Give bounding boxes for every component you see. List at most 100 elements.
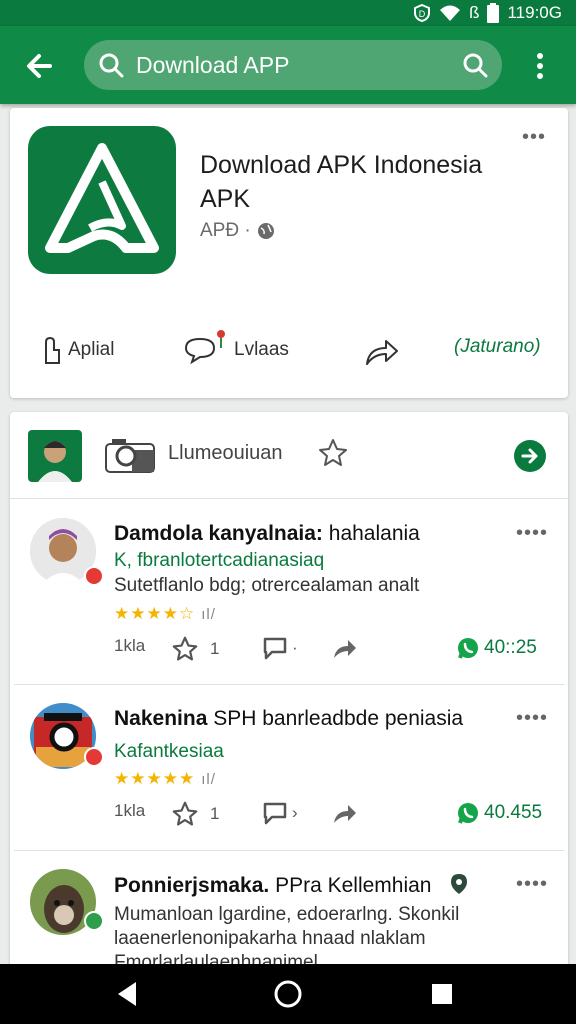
- like-button[interactable]: 1: [172, 636, 219, 662]
- review-more-icon[interactable]: ••••: [516, 707, 548, 730]
- back-nav-icon[interactable]: [112, 978, 144, 1010]
- person-icon: [38, 441, 72, 482]
- verified-badge-icon: [84, 911, 104, 931]
- comment-icon: [263, 637, 287, 660]
- app-bar: Download APP: [0, 26, 576, 104]
- install-label: (Jaturano): [454, 336, 541, 357]
- review-body: Sutetflanlo bdg; otrercealaman analt: [114, 575, 420, 596]
- clock: 119:0G: [507, 3, 562, 22]
- overflow-menu-icon[interactable]: [528, 50, 552, 82]
- star-outline-icon[interactable]: [318, 438, 348, 468]
- globe-icon: [257, 223, 274, 239]
- comment-icon: [184, 337, 216, 364]
- search-icon: [99, 53, 124, 78]
- review-age: 1kla: [114, 801, 145, 821]
- comment-button[interactable]: ›: [262, 801, 298, 825]
- like-count: 1: [210, 639, 220, 658]
- review-item: Damdola kanyalnaia: hahalania •••• K, fb…: [14, 500, 564, 684]
- open-reviews-button[interactable]: [514, 440, 546, 472]
- reviews-action[interactable]: Lvlaas: [184, 330, 289, 364]
- review-more-icon[interactable]: ••••: [516, 522, 548, 545]
- reviews-header-label: Llumeouiuan: [168, 442, 283, 464]
- flower-icon: [217, 330, 225, 348]
- reviews-header: Llumeouiuan: [10, 412, 568, 499]
- whatsapp-icon: [458, 803, 478, 824]
- info-action[interactable]: Aplial: [40, 336, 114, 364]
- helpful-count[interactable]: 40.455: [456, 801, 542, 825]
- app-actions: Aplial Lvlaas (Jaturano): [10, 330, 568, 380]
- review-title: Ponnierjsmaka. PPra Kellemhian: [114, 873, 469, 898]
- system-nav-bar: [0, 964, 576, 1024]
- pin-icon: [451, 874, 468, 894]
- app-details-card: Download APK Indonesia APK APÐ · ••• Apl…: [10, 108, 568, 398]
- review-meta: 1kla 1 · 40::25: [114, 636, 546, 666]
- app-logo: [28, 126, 176, 274]
- star-outline-icon: [172, 801, 198, 826]
- search-query: Download APP: [136, 51, 290, 78]
- review-title-main: Nakenina: [114, 707, 208, 730]
- app-developer: APÐ ·: [200, 220, 275, 242]
- svg-text:D: D: [419, 9, 426, 19]
- review-title-rest: PPra Kellemhian: [275, 874, 432, 897]
- star-outline-icon: [172, 636, 198, 661]
- share-button[interactable]: [332, 636, 358, 660]
- reviews-panel: Llumeouiuan Damdola kanyalnaia: hahalani…: [10, 412, 568, 973]
- info-icon: [45, 336, 60, 364]
- user-thumbnail: [28, 430, 82, 482]
- share-button[interactable]: [332, 801, 358, 825]
- info-label: Aplial: [68, 339, 115, 360]
- review-title: Damdola kanyalnaia: hahalania: [114, 522, 420, 546]
- review-age-label: 1kla: [114, 801, 146, 820]
- review-title-rest: SPH banrleadbde peniasia: [213, 707, 464, 730]
- camera-icon[interactable]: [104, 436, 156, 474]
- wifi-icon: [440, 5, 461, 21]
- search-bar[interactable]: Download APP: [84, 40, 502, 90]
- app-developer-label: APÐ ·: [200, 220, 251, 241]
- share-icon: [334, 805, 356, 823]
- rating-stars: ★★★★★: [114, 769, 196, 788]
- review-item: Ponnierjsmaka. PPra Kellemhian •••• Muma…: [14, 850, 564, 973]
- rating-count: ıl/: [201, 771, 216, 788]
- status-bar: D ß 119:0G: [0, 0, 576, 26]
- verified-badge-icon: [84, 747, 104, 767]
- review-body: Mumanloan lgardine, edoerarlng. Skonkil …: [114, 904, 460, 973]
- share-action[interactable]: [364, 336, 400, 366]
- verified-badge-icon: [84, 566, 104, 586]
- review-title-main: Damdola kanyalnaia:: [114, 522, 323, 545]
- review-subtitle: Kafantkesiaa: [114, 741, 224, 762]
- review-age-label: 1kla: [114, 636, 146, 655]
- search-submit-icon[interactable]: [462, 52, 488, 78]
- helpful-count-label: 40::25: [484, 637, 537, 658]
- app-logo-icon: [45, 143, 159, 253]
- review-rating: ★★★★☆ ıl/: [114, 604, 216, 624]
- helpful-count-label: 40.455: [484, 802, 543, 823]
- review-more-icon[interactable]: ••••: [516, 873, 548, 896]
- rating-stars: ★★★★☆: [114, 604, 196, 623]
- like-button[interactable]: 1: [172, 801, 219, 827]
- review-meta: 1kla 1 › 40.455: [114, 801, 546, 831]
- review-item: Nakenina SPH banrleadbde peniasia •••• K…: [14, 684, 564, 851]
- share-icon: [334, 640, 356, 658]
- review-subtitle: K, fbranlotertcadianasiaq: [114, 550, 325, 571]
- reviews-label: Lvlaas: [234, 339, 289, 360]
- helpful-count[interactable]: 40::25: [456, 636, 537, 660]
- more-options-icon[interactable]: •••: [522, 126, 546, 149]
- comment-icon: [263, 802, 287, 825]
- review-title-main: Ponnierjsmaka.: [114, 874, 270, 897]
- back-arrow-icon[interactable]: [20, 46, 60, 86]
- network-indicator: ß: [469, 3, 480, 22]
- app-title: Download APK Indonesia APK: [200, 151, 483, 213]
- recents-nav-icon[interactable]: [426, 978, 458, 1010]
- share-icon: [366, 340, 398, 365]
- comment-button[interactable]: ·: [262, 636, 298, 660]
- install-button[interactable]: (Jaturano): [454, 336, 541, 358]
- battery-icon: [487, 3, 500, 23]
- home-nav-icon[interactable]: [272, 978, 304, 1010]
- like-count: 1: [210, 804, 220, 823]
- review-rating: ★★★★★ ıl/: [114, 769, 216, 789]
- review-age: 1kla: [114, 636, 145, 656]
- whatsapp-icon: [458, 638, 478, 659]
- review-title-rest: hahalania: [328, 522, 420, 545]
- arrow-right-icon: [521, 448, 538, 464]
- comment-count: ·: [292, 638, 298, 657]
